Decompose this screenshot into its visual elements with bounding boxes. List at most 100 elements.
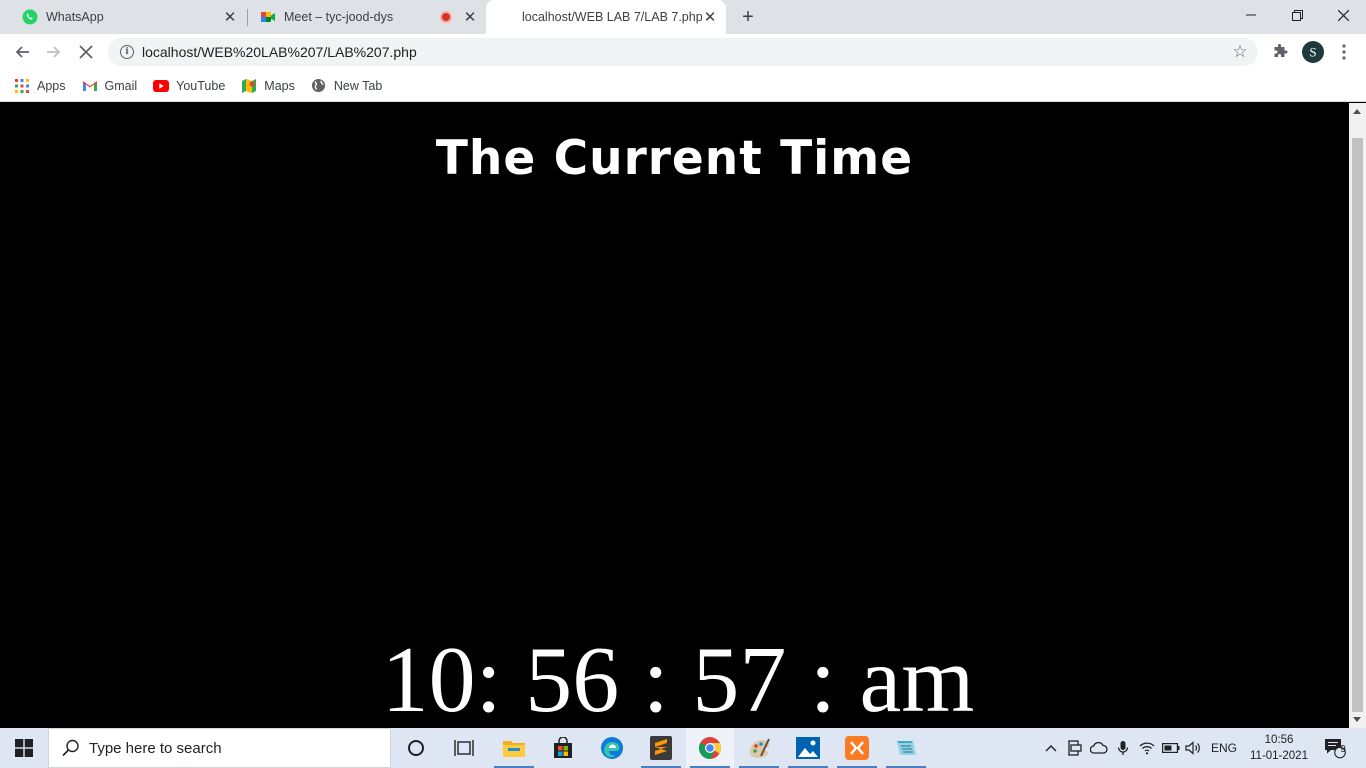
task-view-button[interactable] [440, 728, 488, 768]
tray-network[interactable] [1136, 728, 1158, 768]
bookmark-apps[interactable]: Apps [14, 72, 66, 100]
tab-meet[interactable]: Meet – tyc-jood-dys ✕ [252, 0, 486, 34]
action-center-button[interactable]: 9 [1318, 728, 1352, 768]
search-placeholder: Type here to search [89, 739, 222, 757]
bookmark-new-tab[interactable]: New Tab [311, 72, 382, 100]
maps-icon [241, 78, 257, 94]
bookmark-label: New Tab [333, 78, 383, 93]
site-info-icon[interactable]: i [120, 45, 134, 59]
vertical-scrollbar[interactable] [1349, 103, 1366, 728]
bookmark-label: Maps [264, 78, 295, 93]
taskbar-sublime-text[interactable] [637, 728, 685, 768]
bookmark-youtube[interactable]: YouTube [153, 72, 225, 100]
cloud-icon [1090, 742, 1108, 754]
show-hidden-icons-button[interactable] [1040, 728, 1062, 768]
avatar: S [1302, 41, 1324, 63]
tray-onedrive[interactable] [1088, 728, 1110, 768]
forward-arrow-icon [47, 46, 61, 58]
clock-time: 10:56 [1264, 734, 1294, 746]
tray-language[interactable]: ENG [1208, 728, 1240, 768]
page-content: The Current Time 10: 56 : 57 : am [0, 103, 1349, 728]
photos-icon [796, 737, 820, 759]
taskbar-clock[interactable]: 10:56 11-01-2021 [1246, 728, 1312, 768]
bookmark-maps[interactable]: Maps [241, 72, 295, 100]
tab-divider [247, 9, 248, 26]
speaker-icon [1185, 741, 1200, 755]
recording-indicator-icon [440, 11, 452, 23]
new-tab-button[interactable]: + [738, 7, 758, 27]
menu-button[interactable] [1330, 38, 1358, 66]
taskbar-edge[interactable] [588, 728, 636, 768]
file-explorer-icon [503, 741, 525, 757]
tab-localhost[interactable]: localhost/WEB LAB 7/LAB 7.php ✕ [486, 0, 726, 34]
extensions-button[interactable] [1266, 38, 1294, 66]
page-title: The Current Time [435, 131, 914, 186]
youtube-icon [153, 78, 170, 94]
gmail-icon [82, 78, 98, 94]
back-arrow-icon [15, 46, 29, 58]
close-window-button[interactable] [1320, 0, 1366, 30]
taskbar-notepad[interactable] [882, 728, 930, 768]
forward-button[interactable] [40, 38, 68, 66]
tab-whatsapp[interactable]: WhatsApp ✕ [14, 0, 246, 34]
tray-microphone[interactable] [1112, 728, 1134, 768]
svg-text:S: S [1309, 45, 1316, 60]
start-button[interactable] [0, 728, 48, 768]
chrome-icon [699, 737, 721, 759]
tab-title: WhatsApp [46, 10, 104, 24]
tab-title: Meet – tyc-jood-dys [284, 10, 394, 24]
tab-strip: WhatsApp ✕ Meet – tyc-jood-dys ✕ localho… [0, 0, 1366, 34]
tab-title: localhost/WEB LAB 7/LAB 7.php [522, 10, 702, 24]
notepad-icon [897, 741, 916, 755]
restore-icon [1291, 9, 1303, 21]
scrollbar-thumb[interactable] [1352, 138, 1363, 712]
close-tab-icon[interactable]: ✕ [462, 9, 478, 26]
cortana-button[interactable] [392, 728, 440, 768]
search-icon [62, 739, 79, 757]
tray-meet-now[interactable] [1064, 728, 1086, 768]
bookmark-label: YouTube [176, 78, 226, 93]
microphone-icon [1117, 741, 1129, 755]
profile-button[interactable]: S [1299, 38, 1327, 66]
tray-battery[interactable] [1160, 728, 1182, 768]
bookmarks-bar: Apps Gmail YouTube Maps New Tab [0, 70, 1366, 102]
chevron-up-icon [1045, 745, 1057, 752]
close-tab-icon[interactable]: ✕ [222, 9, 238, 26]
wifi-icon [1139, 742, 1155, 755]
bookmark-gmail[interactable]: Gmail [82, 72, 138, 100]
address-bar[interactable]: i localhost/WEB%20LAB%207/LAB%207.php ☆ [108, 38, 1258, 66]
sublime-text-icon [650, 736, 672, 760]
minimize-icon [1246, 14, 1256, 16]
browser-toolbar: i localhost/WEB%20LAB%207/LAB%207.php ☆ … [0, 34, 1366, 70]
meet-now-icon [1068, 740, 1082, 756]
battery-icon [1162, 743, 1180, 753]
bookmark-label: Apps [37, 78, 66, 93]
back-button[interactable] [8, 38, 36, 66]
windows-logo-icon [15, 739, 33, 757]
current-time-display: 10: 56 : 57 : am [381, 628, 975, 728]
url-text[interactable]: localhost/WEB%20LAB%207/LAB%207.php [142, 44, 1230, 60]
scroll-up-arrow-icon[interactable] [1353, 109, 1361, 114]
taskbar-paint[interactable] [735, 728, 783, 768]
taskbar-microsoft-store[interactable] [539, 728, 587, 768]
scroll-down-arrow-icon[interactable] [1353, 717, 1361, 722]
taskbar-photos[interactable] [784, 728, 832, 768]
puzzle-icon [1274, 44, 1288, 57]
bookmark-label: Gmail [104, 78, 138, 93]
globe-icon [311, 78, 327, 94]
taskbar-file-explorer[interactable] [490, 728, 538, 768]
taskbar-xampp[interactable] [833, 728, 881, 768]
minimize-button[interactable] [1228, 0, 1274, 30]
stop-loading-button[interactable] [72, 38, 100, 66]
store-icon [554, 737, 572, 758]
clock-date: 11-01-2021 [1250, 750, 1308, 762]
tray-volume[interactable] [1183, 728, 1205, 768]
close-tab-icon[interactable]: ✕ [702, 9, 718, 26]
cortana-icon [408, 740, 424, 756]
bookmark-star-icon[interactable]: ☆ [1230, 42, 1250, 62]
windows-taskbar: Type here to search ENG 10:56 11-01-2021… [0, 728, 1366, 768]
stop-icon [79, 45, 93, 59]
taskbar-chrome[interactable] [686, 728, 734, 768]
taskbar-search-box[interactable]: Type here to search [48, 728, 391, 768]
restore-button[interactable] [1274, 0, 1320, 30]
